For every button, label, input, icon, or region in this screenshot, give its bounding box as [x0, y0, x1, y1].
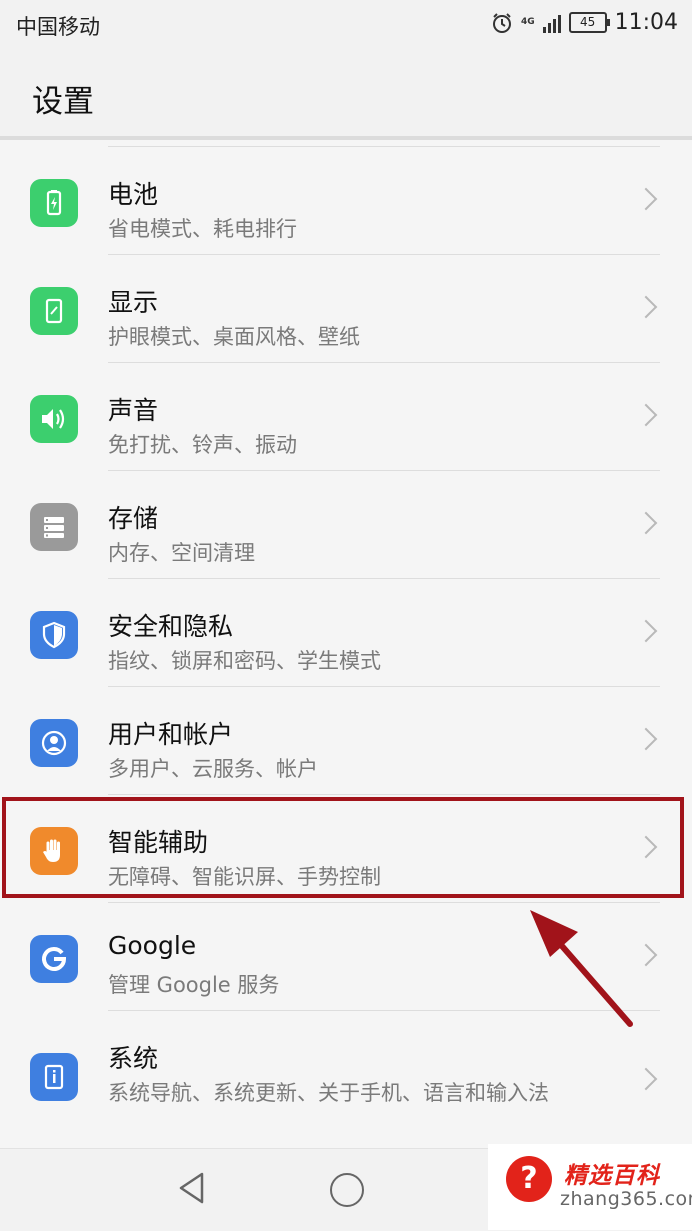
- settings-item-google[interactable]: Google 管理 Google 服务: [0, 903, 692, 1011]
- chevron-right-icon: [634, 403, 658, 427]
- system-info-icon: [30, 1053, 78, 1101]
- battery-level: 45: [579, 15, 596, 29]
- back-icon[interactable]: [176, 1171, 208, 1205]
- item-subtitle: 系统导航、系统更新、关于手机、语言和输入法: [108, 1081, 549, 1105]
- status-bar: 中国移动 4G 45 11:04: [0, 0, 692, 50]
- speaker-icon: [30, 395, 78, 443]
- chevron-right-icon: [634, 1067, 658, 1091]
- item-title: 存储: [108, 504, 159, 533]
- settings-item-users[interactable]: 用户和帐户 多用户、云服务、帐户: [0, 687, 692, 795]
- item-title: Google: [108, 931, 197, 960]
- settings-item-battery[interactable]: 电池 省电模式、耗电排行: [0, 147, 692, 255]
- network-type-label: 4G: [520, 17, 535, 27]
- user-icon: [30, 719, 78, 767]
- battery-icon: [30, 179, 78, 227]
- settings-item-sound[interactable]: 声音 免打扰、铃声、振动: [0, 363, 692, 471]
- battery-indicator: 45: [568, 12, 610, 33]
- settings-item-system[interactable]: 系统 系统导航、系统更新、关于手机、语言和输入法: [0, 1011, 692, 1148]
- item-subtitle: 多用户、云服务、帐户: [108, 757, 318, 781]
- settings-item-display[interactable]: 显示 护眼模式、桌面风格、壁纸: [0, 255, 692, 363]
- item-subtitle: 免打扰、铃声、振动: [108, 433, 297, 457]
- display-icon: [30, 287, 78, 335]
- carrier-name: 中国移动: [16, 15, 100, 39]
- settings-item-storage[interactable]: 存储 内存、空间清理: [0, 471, 692, 579]
- chevron-right-icon: [634, 511, 658, 535]
- item-subtitle: 指纹、锁屏和密码、学生模式: [108, 649, 381, 673]
- app-header: 设置: [0, 50, 692, 140]
- item-subtitle: 管理 Google 服务: [108, 973, 280, 997]
- item-title: 用户和帐户: [108, 720, 234, 749]
- status-icons: 4G 45 11:04: [491, 10, 678, 35]
- clock: 11:04: [614, 10, 678, 35]
- question-mark-icon: ?: [506, 1156, 552, 1202]
- item-title: 声音: [108, 396, 159, 425]
- chevron-right-icon: [634, 187, 658, 211]
- item-title: 电池: [108, 180, 159, 209]
- item-subtitle: 省电模式、耗电排行: [108, 217, 297, 241]
- google-icon: [30, 935, 78, 983]
- item-title: 系统: [108, 1044, 159, 1073]
- signal-icon: [542, 13, 561, 33]
- settings-item-security[interactable]: 安全和隐私 指纹、锁屏和密码、学生模式: [0, 579, 692, 687]
- chevron-right-icon: [634, 619, 658, 643]
- settings-list[interactable]: 电池 省电模式、耗电排行 显示 护眼模式、桌面风格、壁纸 声音 免打扰、铃声、振…: [0, 140, 692, 1148]
- home-icon[interactable]: [330, 1173, 364, 1207]
- item-subtitle: 内存、空间清理: [108, 541, 255, 565]
- watermark-title: 精选百科: [564, 1163, 660, 1189]
- item-subtitle: 护眼模式、桌面风格、壁纸: [108, 325, 360, 349]
- highlight-box: [2, 797, 684, 898]
- watermark: ? 精选百科 zhang365.com: [488, 1144, 692, 1230]
- chevron-right-icon: [634, 727, 658, 751]
- storage-icon: [30, 503, 78, 551]
- item-title: 显示: [108, 288, 159, 317]
- item-title: 安全和隐私: [108, 612, 234, 641]
- shield-icon: [30, 611, 78, 659]
- watermark-url: zhang365.com: [560, 1188, 692, 1210]
- page-title: 设置: [32, 84, 94, 120]
- chevron-right-icon: [634, 295, 658, 319]
- chevron-right-icon: [634, 943, 658, 967]
- alarm-icon: [492, 12, 511, 33]
